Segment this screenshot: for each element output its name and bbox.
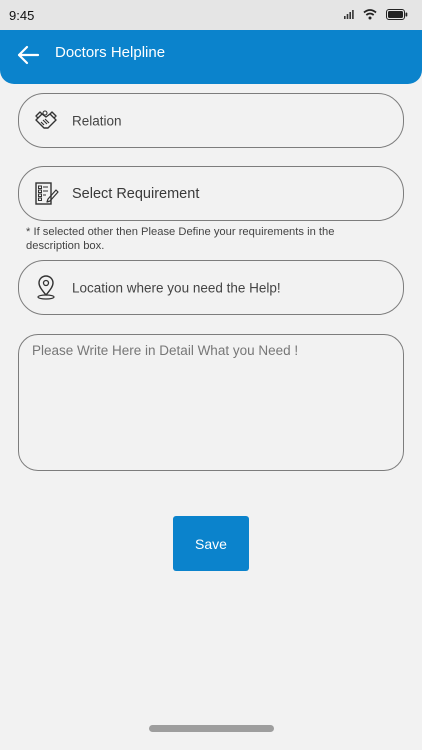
location-pin-icon xyxy=(37,274,55,300)
status-time: 9:45 xyxy=(9,8,35,23)
signal-icon xyxy=(344,10,354,19)
requirement-label: Select Requirement xyxy=(72,185,200,202)
handshake-icon xyxy=(35,109,57,129)
location-field[interactable]: Location where you need the Help! xyxy=(18,260,404,315)
app-bar: Doctors Helpline xyxy=(0,30,422,84)
wifi-icon xyxy=(363,9,377,20)
details-placeholder: Please Write Here in Detail What you Nee… xyxy=(32,343,299,358)
document-edit-icon xyxy=(35,181,59,205)
status-bar: 9:45 xyxy=(0,0,422,30)
home-indicator[interactable] xyxy=(149,725,274,732)
requirement-field[interactable]: Select Requirement xyxy=(18,166,404,221)
save-button[interactable]: Save xyxy=(173,516,249,571)
status-icons xyxy=(344,9,408,20)
page-title: Doctors Helpline xyxy=(55,44,166,61)
battery-icon xyxy=(386,9,408,20)
details-textarea[interactable]: Please Write Here in Detail What you Nee… xyxy=(18,334,404,471)
back-arrow-icon[interactable] xyxy=(15,42,41,68)
location-label: Location where you need the Help! xyxy=(72,280,281,295)
relation-label: Relation xyxy=(72,113,122,128)
requirement-note: * If selected other then Please Define y… xyxy=(26,226,335,252)
relation-field[interactable]: Relation xyxy=(18,93,404,148)
